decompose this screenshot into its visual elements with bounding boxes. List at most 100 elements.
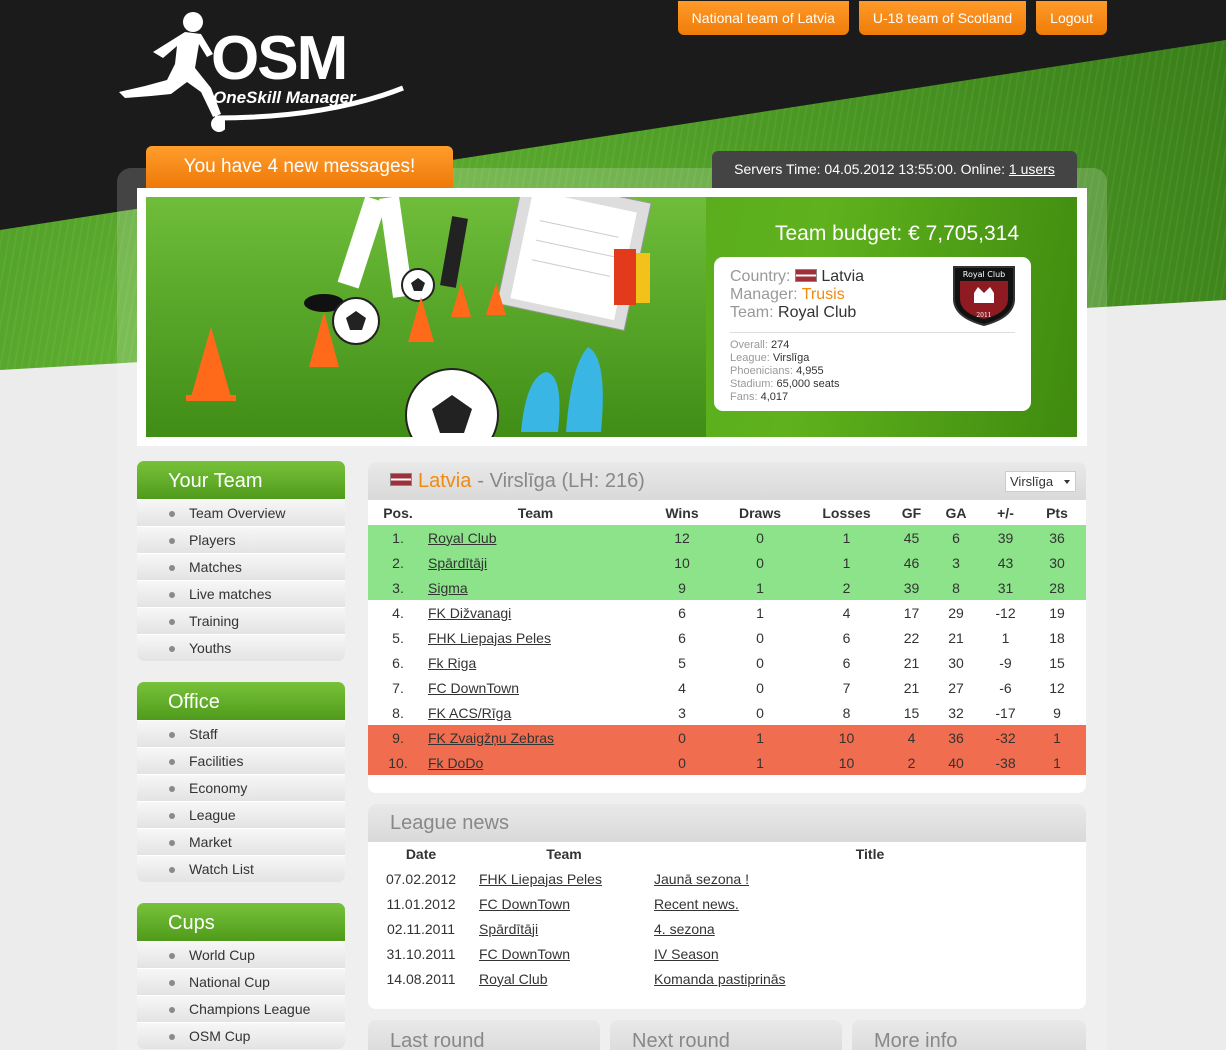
sidebar-item-watch-list[interactable]: Watch List bbox=[137, 855, 345, 882]
losses-cell: 10 bbox=[799, 725, 894, 750]
stat-overall-value: 274 bbox=[770, 339, 790, 351]
sidebar-item-youths[interactable]: Youths bbox=[137, 634, 345, 661]
team-link[interactable]: Sigma bbox=[428, 580, 468, 596]
pts-cell: 15 bbox=[1049, 654, 1065, 671]
draws-cell: 1 bbox=[721, 750, 799, 775]
country-value: Latvia bbox=[821, 268, 865, 285]
losses-cell: 6 bbox=[842, 629, 851, 646]
diff-cell: -6 bbox=[999, 679, 1012, 696]
online-users-link[interactable]: 1 users bbox=[1009, 161, 1055, 177]
pts-cell: 1 bbox=[1028, 725, 1086, 750]
team-link[interactable]: FK ACS/Rīga bbox=[428, 705, 511, 721]
news-team-link[interactable]: Royal Club bbox=[479, 971, 547, 987]
wins-cell: 3 bbox=[678, 704, 686, 721]
cups-heading: Cups bbox=[137, 903, 345, 941]
news-title-cell: 4. sezona bbox=[654, 916, 1086, 941]
table-row: 07.02.2012 FHK Liepajas Peles Jaunā sezona… bbox=[368, 866, 1086, 891]
sidebar-item-team-overview[interactable]: Team Overview bbox=[137, 499, 345, 526]
sidebar-your-team: Your Team Team Overview Players Matches … bbox=[137, 461, 345, 661]
national-team-button[interactable]: National team of Latvia bbox=[677, 1, 849, 35]
manager-label: Manager: bbox=[730, 286, 798, 303]
logout-button[interactable]: Logout bbox=[1036, 1, 1107, 35]
sidebar-item-live-matches[interactable]: Live matches bbox=[137, 580, 345, 607]
team-link[interactable]: Fk DoDo bbox=[428, 755, 483, 771]
table-row: 11.01.2012 FC DownTown Recent news. bbox=[368, 891, 1086, 916]
gf-cell: 46 bbox=[894, 550, 929, 575]
team-link[interactable]: Royal Club bbox=[428, 530, 496, 546]
col-draws: Draws bbox=[738, 504, 782, 521]
news-title-link[interactable]: Recent news. bbox=[654, 896, 739, 912]
table-row: 9. FK Zvaigžņu Zebras 0 1 10 4 36 -32 1 bbox=[368, 725, 1086, 750]
sidebar-item-osm-cup[interactable]: OSM Cup bbox=[137, 1022, 345, 1049]
stat-stadium-label: Stadium: bbox=[730, 378, 774, 390]
sidebar-item-staff[interactable]: Staff bbox=[137, 720, 345, 747]
team-cell: Royal Club bbox=[428, 525, 643, 550]
team-cell: Fk Riga bbox=[428, 650, 643, 675]
news-team-link[interactable]: FC DownTown bbox=[479, 896, 570, 912]
more-info-panel[interactable]: More info bbox=[852, 1020, 1086, 1050]
news-team-cell: Royal Club bbox=[474, 966, 654, 991]
news-team-link[interactable]: Spārdītāji bbox=[479, 921, 538, 937]
team-link[interactable]: Spārdītāji bbox=[428, 555, 487, 571]
team-link[interactable]: FHK Liepajas Peles bbox=[428, 630, 551, 646]
u18-team-button[interactable]: U-18 team of Scotland bbox=[858, 1, 1027, 35]
sidebar-item-national-cup[interactable]: National Cup bbox=[137, 968, 345, 995]
table-row: 31.10.2011 FC DownTown IV Season bbox=[368, 941, 1086, 966]
sidebar-item-champions-league[interactable]: Champions League bbox=[137, 995, 345, 1022]
logo-swoosh-icon bbox=[214, 85, 404, 121]
osm-logo[interactable]: OSM OneSkill Manager bbox=[115, 10, 415, 135]
team-link[interactable]: FC DownTown bbox=[428, 680, 519, 696]
sidebar-item-training[interactable]: Training bbox=[137, 607, 345, 634]
table-row: 7. FC DownTown 4 0 7 21 27 -6 12 bbox=[368, 675, 1086, 700]
next-round-panel[interactable]: Next round bbox=[610, 1020, 842, 1050]
col-pts: Pts bbox=[1046, 504, 1068, 521]
latvia-flag-icon bbox=[390, 473, 412, 486]
news-title-link[interactable]: IV Season bbox=[654, 946, 719, 962]
sidebar-item-market[interactable]: Market bbox=[137, 828, 345, 855]
league-select[interactable]: Virslīga bbox=[1005, 471, 1076, 492]
diff-cell: -12 bbox=[995, 604, 1016, 621]
team-link[interactable]: FK Zvaigžņu Zebras bbox=[428, 730, 554, 746]
ga-cell: 40 bbox=[929, 750, 983, 775]
team-cell: Spārdītāji bbox=[428, 550, 643, 575]
news-team-link[interactable]: FHK Liepajas Peles bbox=[479, 871, 602, 887]
pts-cell: 36 bbox=[1028, 525, 1086, 550]
losses-cell: 1 bbox=[799, 550, 894, 575]
office-menu: Staff Facilities Economy League Market W… bbox=[137, 720, 345, 882]
last-round-panel[interactable]: Last round bbox=[368, 1020, 600, 1050]
pos-cell: 1. bbox=[368, 525, 428, 550]
news-title-link[interactable]: Komanda pastiprinās bbox=[654, 971, 786, 987]
league-table-head: Pos. Team Wins Draws Losses GF GA +/- Pt… bbox=[368, 500, 1086, 525]
news-team-link[interactable]: FC DownTown bbox=[479, 946, 570, 962]
training-scene-image bbox=[146, 197, 706, 437]
sidebar-item-matches[interactable]: Matches bbox=[137, 553, 345, 580]
col-ga: GA bbox=[945, 504, 967, 521]
sidebar-item-facilities[interactable]: Facilities bbox=[137, 747, 345, 774]
sidebar-item-world-cup[interactable]: World Cup bbox=[137, 941, 345, 968]
news-title-link[interactable]: 4. sezona bbox=[654, 921, 715, 937]
pts-cell: 19 bbox=[1049, 604, 1065, 621]
league-news-panel: League news Date Team Title 07.02.2012 FH… bbox=[368, 804, 1086, 1009]
sidebar-item-players[interactable]: Players bbox=[137, 526, 345, 553]
stat-fans: Fans: 4,017 bbox=[730, 391, 1015, 404]
crest-year: 2011 bbox=[976, 312, 991, 319]
ga-cell: 36 bbox=[929, 725, 983, 750]
draws-cell: 0 bbox=[756, 704, 764, 721]
team-stats: Overall: 274 League: Virslīga Phoenician… bbox=[730, 332, 1015, 404]
losses-cell: 4 bbox=[842, 604, 851, 621]
col-wins: Wins bbox=[665, 504, 699, 521]
team-link[interactable]: FK Dižvanagi bbox=[428, 605, 511, 621]
draws-cell: 0 bbox=[721, 550, 799, 575]
team-cell: Sigma bbox=[428, 575, 643, 600]
manager-value[interactable]: Trusis bbox=[802, 286, 845, 303]
league-country[interactable]: Latvia bbox=[418, 462, 471, 500]
sidebar-item-league[interactable]: League bbox=[137, 801, 345, 828]
table-row: 8. FK ACS/Rīga 3 0 8 15 32 -17 9 bbox=[368, 700, 1086, 725]
stat-fans-label: Fans: bbox=[730, 391, 758, 403]
draws-cell: 1 bbox=[721, 725, 799, 750]
sidebar-item-economy[interactable]: Economy bbox=[137, 774, 345, 801]
team-link[interactable]: Fk Riga bbox=[428, 655, 476, 671]
country-label: Country: bbox=[730, 268, 791, 285]
new-messages-tab[interactable]: You have 4 new messages! bbox=[146, 146, 453, 188]
news-title-link[interactable]: Jaunā sezona ! bbox=[654, 871, 749, 887]
